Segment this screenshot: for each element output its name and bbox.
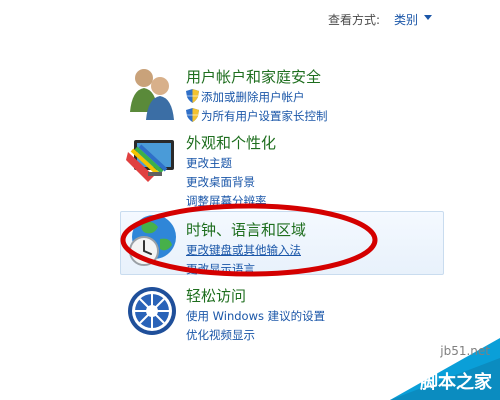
change-display-language-link[interactable]: 更改显示语言 <box>186 260 301 279</box>
change-background-link[interactable]: 更改桌面背景 <box>186 173 267 192</box>
globe-clock-icon[interactable] <box>124 213 180 269</box>
watermark: jb51.net 脚本之家 <box>390 338 500 400</box>
shield-icon <box>186 108 199 122</box>
shield-icon <box>186 89 199 103</box>
use-windows-recommended-link[interactable]: 使用 Windows 建议的设置 <box>186 307 325 326</box>
adjust-resolution-link[interactable]: 调整屏幕分辨率 <box>186 192 267 211</box>
category-title[interactable]: 外观和个性化 <box>186 132 276 153</box>
ease-of-access-icon[interactable] <box>124 285 180 341</box>
watermark-name: 脚本之家 <box>420 372 492 393</box>
optimize-video-link[interactable]: 优化视频显示 <box>186 326 325 345</box>
view-by-label: 查看方式: <box>328 13 381 27</box>
chevron-down-icon[interactable] <box>424 15 432 20</box>
link-label: 添加或删除用户帐户 <box>201 90 305 104</box>
watermark-site: jb51.net <box>440 344 490 358</box>
users-icon[interactable] <box>124 66 180 122</box>
category-title[interactable]: 用户帐户和家庭安全 <box>186 66 321 87</box>
view-by-dropdown[interactable]: 类别 <box>394 11 418 28</box>
category-title[interactable]: 轻松访问 <box>186 285 246 306</box>
add-remove-accounts-link[interactable]: 添加或删除用户帐户 <box>186 88 328 107</box>
category-title[interactable]: 时钟、语言和区域 <box>186 219 306 240</box>
change-theme-link[interactable]: 更改主题 <box>186 154 267 173</box>
link-label: 为所有用户设置家长控制 <box>201 109 328 123</box>
change-keyboard-input-link[interactable]: 更改键盘或其他输入法 <box>186 241 301 260</box>
parental-controls-link[interactable]: 为所有用户设置家长控制 <box>186 107 328 126</box>
monitor-paint-icon[interactable] <box>124 132 180 188</box>
